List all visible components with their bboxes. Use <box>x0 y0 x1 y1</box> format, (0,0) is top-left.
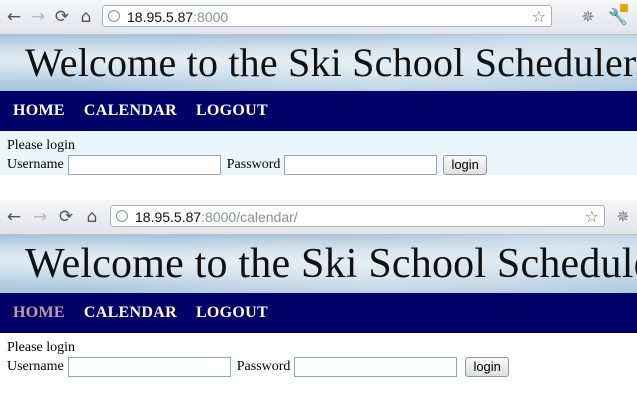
back-arrow-icon[interactable]: ← <box>4 7 24 27</box>
site-nav: HOME CALENDAR LOGOUT <box>0 293 637 333</box>
url-path: :8000 <box>193 9 229 25</box>
home-icon[interactable]: ⌂ <box>76 7 96 27</box>
reload-icon[interactable]: ⟳ <box>56 207 76 227</box>
globe-icon <box>116 210 128 222</box>
address-bar[interactable]: 18.95.5.87:8000 ☆ <box>102 5 552 27</box>
login-button[interactable]: login <box>443 155 487 175</box>
login-form: Username Password login <box>7 155 630 175</box>
reload-icon[interactable]: ⟳ <box>52 7 72 27</box>
url-path: :8000/calendar/ <box>201 209 298 225</box>
nav-home[interactable]: HOME <box>13 304 65 322</box>
nav-calendar[interactable]: CALENDAR <box>84 304 177 322</box>
extension-icon[interactable]: ✵ <box>578 7 598 27</box>
site-title: Welcome to the Ski School Scheduler <box>25 40 637 85</box>
password-label: Password <box>236 359 291 374</box>
url-host: 18.95.5.87 <box>135 209 202 225</box>
forward-arrow-icon[interactable]: → <box>30 207 50 227</box>
login-prompt: Please login <box>7 138 76 153</box>
home-icon[interactable]: ⌂ <box>82 207 102 227</box>
login-form: Username Password login <box>7 357 630 377</box>
username-label: Username <box>7 359 64 374</box>
nav-home[interactable]: HOME <box>13 102 65 120</box>
nav-calendar[interactable]: CALENDAR <box>84 102 177 120</box>
site-title: Welcome to the Ski School Scheduler <box>25 241 637 287</box>
username-label: Username <box>7 157 64 172</box>
site-nav: HOME CALENDAR LOGOUT <box>0 91 637 131</box>
address-bar[interactable]: 18.95.5.87:8000/calendar/ ☆ <box>110 205 605 227</box>
site-banner: Welcome to the Ski School Scheduler <box>0 235 637 293</box>
login-panel: Please login Username Password login <box>0 131 637 175</box>
url-host: 18.95.5.87 <box>127 9 194 25</box>
globe-icon <box>108 10 120 22</box>
browser-toolbar: ← → ⟳ ⌂ 18.95.5.87:8000/calendar/ ☆ ✵ <box>0 200 637 235</box>
nav-logout[interactable]: LOGOUT <box>196 304 268 322</box>
extension-icon[interactable]: ✵ <box>613 207 633 227</box>
site-banner: Welcome to the Ski School Scheduler <box>0 35 637 91</box>
password-input[interactable] <box>294 357 458 377</box>
password-input[interactable] <box>284 155 438 175</box>
username-input[interactable] <box>67 357 231 377</box>
update-badge <box>620 4 628 12</box>
screenshot-login-page: ← → ⟳ ⌂ 18.95.5.87:8000 ☆ ✵ 🔧 Welcome to… <box>0 0 637 195</box>
browser-toolbar: ← → ⟳ ⌂ 18.95.5.87:8000 ☆ ✵ 🔧 <box>0 0 637 35</box>
back-arrow-icon[interactable]: ← <box>4 207 24 227</box>
star-icon[interactable]: ☆ <box>532 6 546 28</box>
forward-arrow-icon[interactable]: → <box>28 7 48 27</box>
nav-logout[interactable]: LOGOUT <box>196 102 268 120</box>
wrench-icon[interactable]: 🔧 <box>608 4 628 27</box>
login-panel: Please login Username Password login <box>0 333 637 398</box>
star-icon[interactable]: ☆ <box>585 206 599 228</box>
password-label: Password <box>226 157 281 172</box>
login-button[interactable]: login <box>465 357 509 377</box>
screenshot-calendar-page: ← → ⟳ ⌂ 18.95.5.87:8000/calendar/ ☆ ✵ We… <box>0 200 637 398</box>
login-prompt: Please login <box>7 340 76 355</box>
username-input[interactable] <box>67 155 221 175</box>
